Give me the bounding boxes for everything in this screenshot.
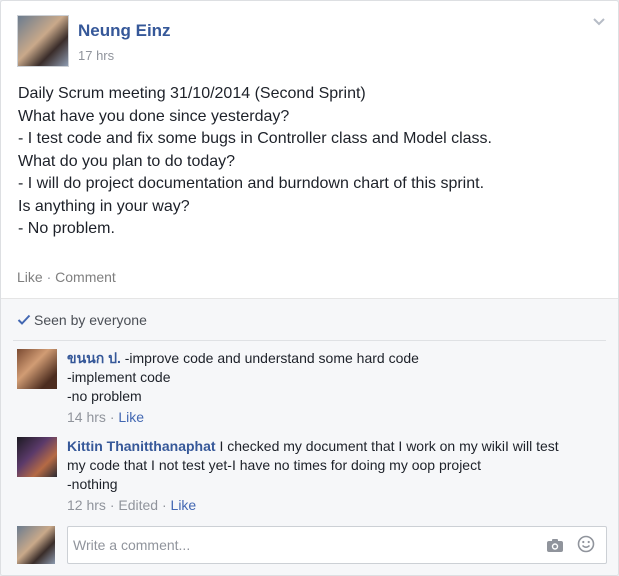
commenter-avatar[interactable] (17, 349, 57, 389)
separator: · (109, 409, 115, 425)
comment-link[interactable]: Comment (55, 269, 116, 285)
comment-line: I checked my document that I work on my … (219, 438, 559, 454)
comment-body: Kittin Thanitthanaphat I checked my docu… (67, 437, 597, 515)
comment-line: -improve code and understand some hard c… (124, 350, 419, 366)
author-avatar[interactable] (17, 15, 69, 67)
author-name[interactable]: Neung Einz (78, 21, 171, 41)
post-line: - No problem. (18, 220, 115, 237)
emoji-icon[interactable] (577, 535, 595, 553)
viewer-avatar (17, 526, 55, 564)
post-line: Is anything in your way? (18, 197, 190, 215)
post-actions: Like · Comment (17, 269, 116, 285)
comment-meta: 14 hrs · Like (67, 408, 597, 427)
comment-line: -no problem (67, 388, 142, 404)
post-timestamp[interactable]: 17 hrs (78, 48, 114, 63)
comment-line: -nothing (67, 476, 118, 492)
camera-icon[interactable] (546, 538, 564, 553)
comment-input[interactable]: Write a comment... (67, 526, 607, 564)
commenter-name[interactable]: ขนนก ป. (67, 350, 121, 366)
post-card: Neung Einz 17 hrs Daily Scrum meeting 31… (0, 0, 619, 576)
checkmark-icon (17, 314, 31, 325)
separator: · (161, 497, 167, 513)
commenter-name[interactable]: Kittin Thanitthanaphat (67, 438, 216, 454)
comment-time[interactable]: 14 hrs (67, 409, 106, 425)
commenter-avatar[interactable] (17, 437, 57, 477)
post-line: Daily Scrum meeting 31/10/2014 (Second S… (18, 85, 366, 102)
separator: · (109, 497, 115, 513)
comment-time[interactable]: 12 hrs (67, 497, 106, 513)
separator: · (46, 269, 52, 285)
post-line: What have you done since yesterday? (18, 107, 290, 125)
feedback-section: Seen by everyone ขนนก ป. -improve code a… (1, 298, 618, 575)
comment-line: my code that I not test yet-I have no ti… (67, 457, 481, 473)
post-line: What do you plan to do today? (18, 152, 236, 170)
comment-composer: Write a comment... (17, 526, 607, 566)
post-line: - I will do project documentation and bu… (18, 175, 485, 192)
comment-like-link[interactable]: Like (171, 497, 197, 513)
divider (13, 340, 606, 341)
seen-indicator: Seen by everyone (17, 312, 147, 328)
like-link[interactable]: Like (17, 269, 43, 285)
chevron-down-icon[interactable] (592, 17, 606, 27)
post-header: Neung Einz 17 hrs (17, 15, 597, 69)
comment-line: -implement code (67, 369, 171, 385)
comment-body: ขนนก ป. -improve code and understand som… (67, 349, 597, 427)
seen-label: Seen by everyone (34, 312, 147, 328)
post-line: - I test code and fix some bugs in Contr… (18, 130, 492, 147)
edited-label[interactable]: Edited (118, 497, 158, 513)
comment-meta: 12 hrs · Edited · Like (67, 496, 597, 515)
comment-like-link[interactable]: Like (118, 409, 144, 425)
post-body: Daily Scrum meeting 31/10/2014 (Second S… (18, 83, 608, 241)
